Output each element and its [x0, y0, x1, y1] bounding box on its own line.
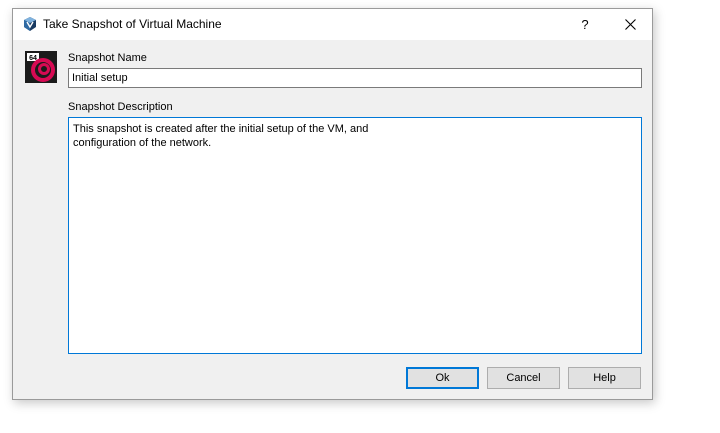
snapshot-description-label: Snapshot Description	[68, 101, 173, 113]
snapshot-name-input[interactable]	[68, 68, 642, 88]
close-icon	[624, 19, 636, 30]
title-bar: Take Snapshot of Virtual Machine ?	[13, 9, 652, 40]
help-button[interactable]: Help	[568, 367, 641, 389]
window-title: Take Snapshot of Virtual Machine	[43, 17, 222, 31]
cancel-button[interactable]: Cancel	[487, 367, 560, 389]
debian-64bit-icon: 64	[25, 51, 57, 83]
ok-button[interactable]: Ok	[406, 367, 479, 389]
help-glyph: ?	[581, 17, 589, 32]
vm-os-badge: 64	[29, 55, 37, 62]
snapshot-description-textarea[interactable]: This snapshot is created after the initi…	[68, 117, 642, 354]
virtualbox-icon	[24, 17, 36, 31]
close-button[interactable]	[610, 9, 650, 40]
snapshot-name-label: Snapshot Name	[68, 52, 147, 64]
title-help-button[interactable]: ?	[565, 9, 605, 40]
snapshot-dialog: Take Snapshot of Virtual Machine ? 64 Sn…	[12, 8, 653, 400]
